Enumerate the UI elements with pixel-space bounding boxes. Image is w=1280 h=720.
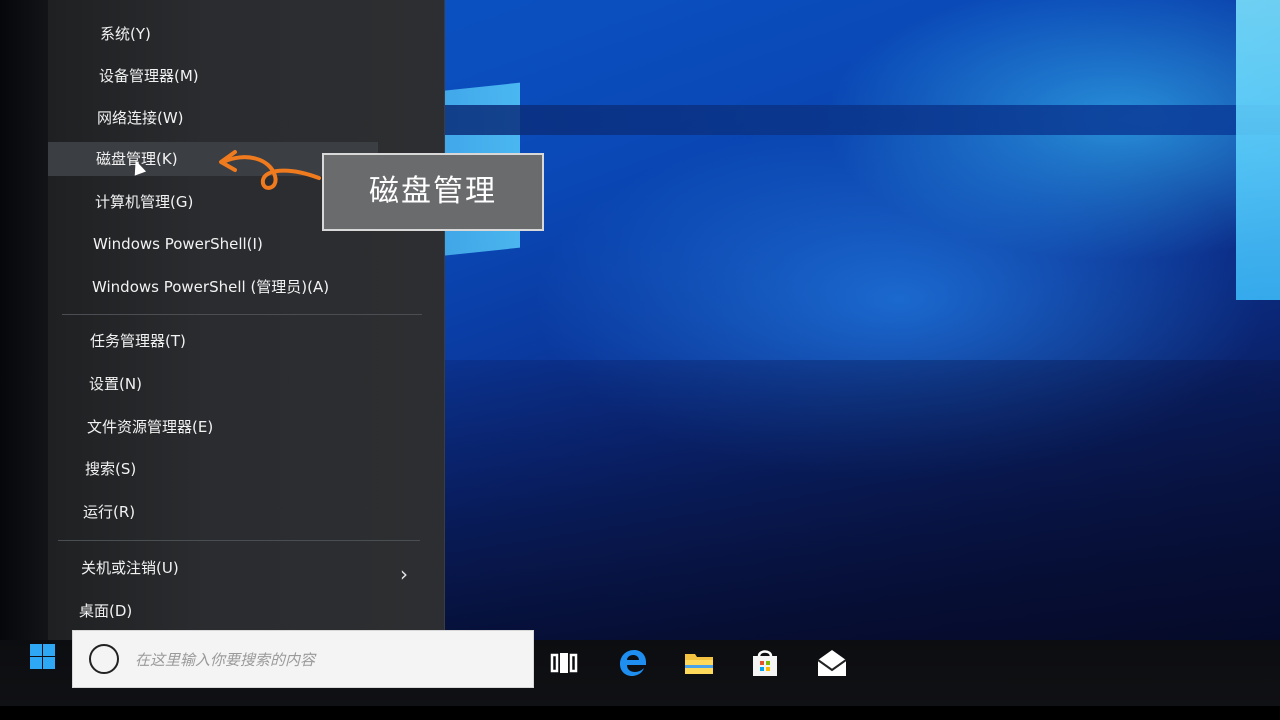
menu-item-search[interactable]: 搜索(S)	[85, 452, 136, 486]
menu-item-device-manager[interactable]: 设备管理器(M)	[99, 59, 199, 93]
chevron-right-icon: ›	[400, 562, 408, 586]
menu-item-label: 运行(R)	[83, 503, 136, 521]
menu-item-label: 设置(N)	[89, 375, 142, 393]
menu-item-file-explorer[interactable]: 文件资源管理器(E)	[87, 410, 213, 444]
menu-item-powershell[interactable]: Windows PowerShell(I)	[93, 227, 263, 261]
menu-item-powershell-admin[interactable]: Windows PowerShell (管理员)(A)	[92, 270, 329, 304]
menu-item-desktop[interactable]: 桌面(D)	[79, 594, 132, 628]
menu-separator	[62, 314, 422, 315]
menu-item-network-connections[interactable]: 网络连接(W)	[97, 101, 184, 135]
winx-context-menu: 系统(Y) 设备管理器(M) 网络连接(W) 磁盘管理(K) 计算机管理(G) …	[48, 0, 445, 640]
menu-item-label: 计算机管理(G)	[95, 193, 194, 211]
menu-item-label: Windows PowerShell(I)	[93, 235, 263, 253]
menu-separator	[58, 540, 420, 541]
menu-item-label: 网络连接(W)	[97, 109, 184, 127]
menu-item-label: 关机或注销(U)	[81, 559, 179, 577]
menu-item-settings[interactable]: 设置(N)	[89, 367, 142, 401]
menu-item-computer-management[interactable]: 计算机管理(G)	[95, 185, 193, 219]
search-input[interactable]	[133, 643, 497, 677]
menu-item-label: 任务管理器(T)	[90, 332, 186, 350]
menu-item-task-manager[interactable]: 任务管理器(T)	[90, 324, 186, 358]
task-view-icon[interactable]	[548, 646, 582, 680]
menu-item-label: 桌面(D)	[79, 602, 133, 620]
menu-item-label: Windows PowerShell (管理员)(A)	[92, 278, 330, 296]
menu-item-label: 文件资源管理器(E)	[87, 418, 214, 436]
menu-item-run[interactable]: 运行(R)	[83, 495, 135, 529]
wallpaper-window-light	[1236, 0, 1280, 300]
cortana-circle-icon[interactable]	[89, 644, 119, 674]
store-icon[interactable]	[748, 646, 782, 680]
menu-item-shutdown-signout[interactable]: 关机或注销(U)	[81, 551, 179, 585]
taskbar-search-box[interactable]	[72, 630, 534, 688]
annotation-label: 磁盘管理	[322, 153, 544, 231]
wallpaper-lower-shade	[430, 360, 1280, 640]
menu-item-label: 设备管理器(M)	[99, 67, 199, 85]
screen-bottom-bezel	[0, 706, 1280, 720]
menu-item-label: 系统(Y)	[100, 25, 151, 43]
edge-browser-icon[interactable]	[616, 646, 650, 680]
annotation-arrow-icon	[219, 150, 321, 190]
menu-item-system[interactable]: 系统(Y)	[100, 17, 151, 51]
menu-item-label: 搜索(S)	[85, 460, 137, 478]
file-explorer-icon[interactable]	[682, 646, 716, 680]
wallpaper-shadow-band	[430, 105, 1280, 135]
windows-start-icon[interactable]	[28, 642, 56, 670]
mail-icon[interactable]	[815, 646, 849, 680]
